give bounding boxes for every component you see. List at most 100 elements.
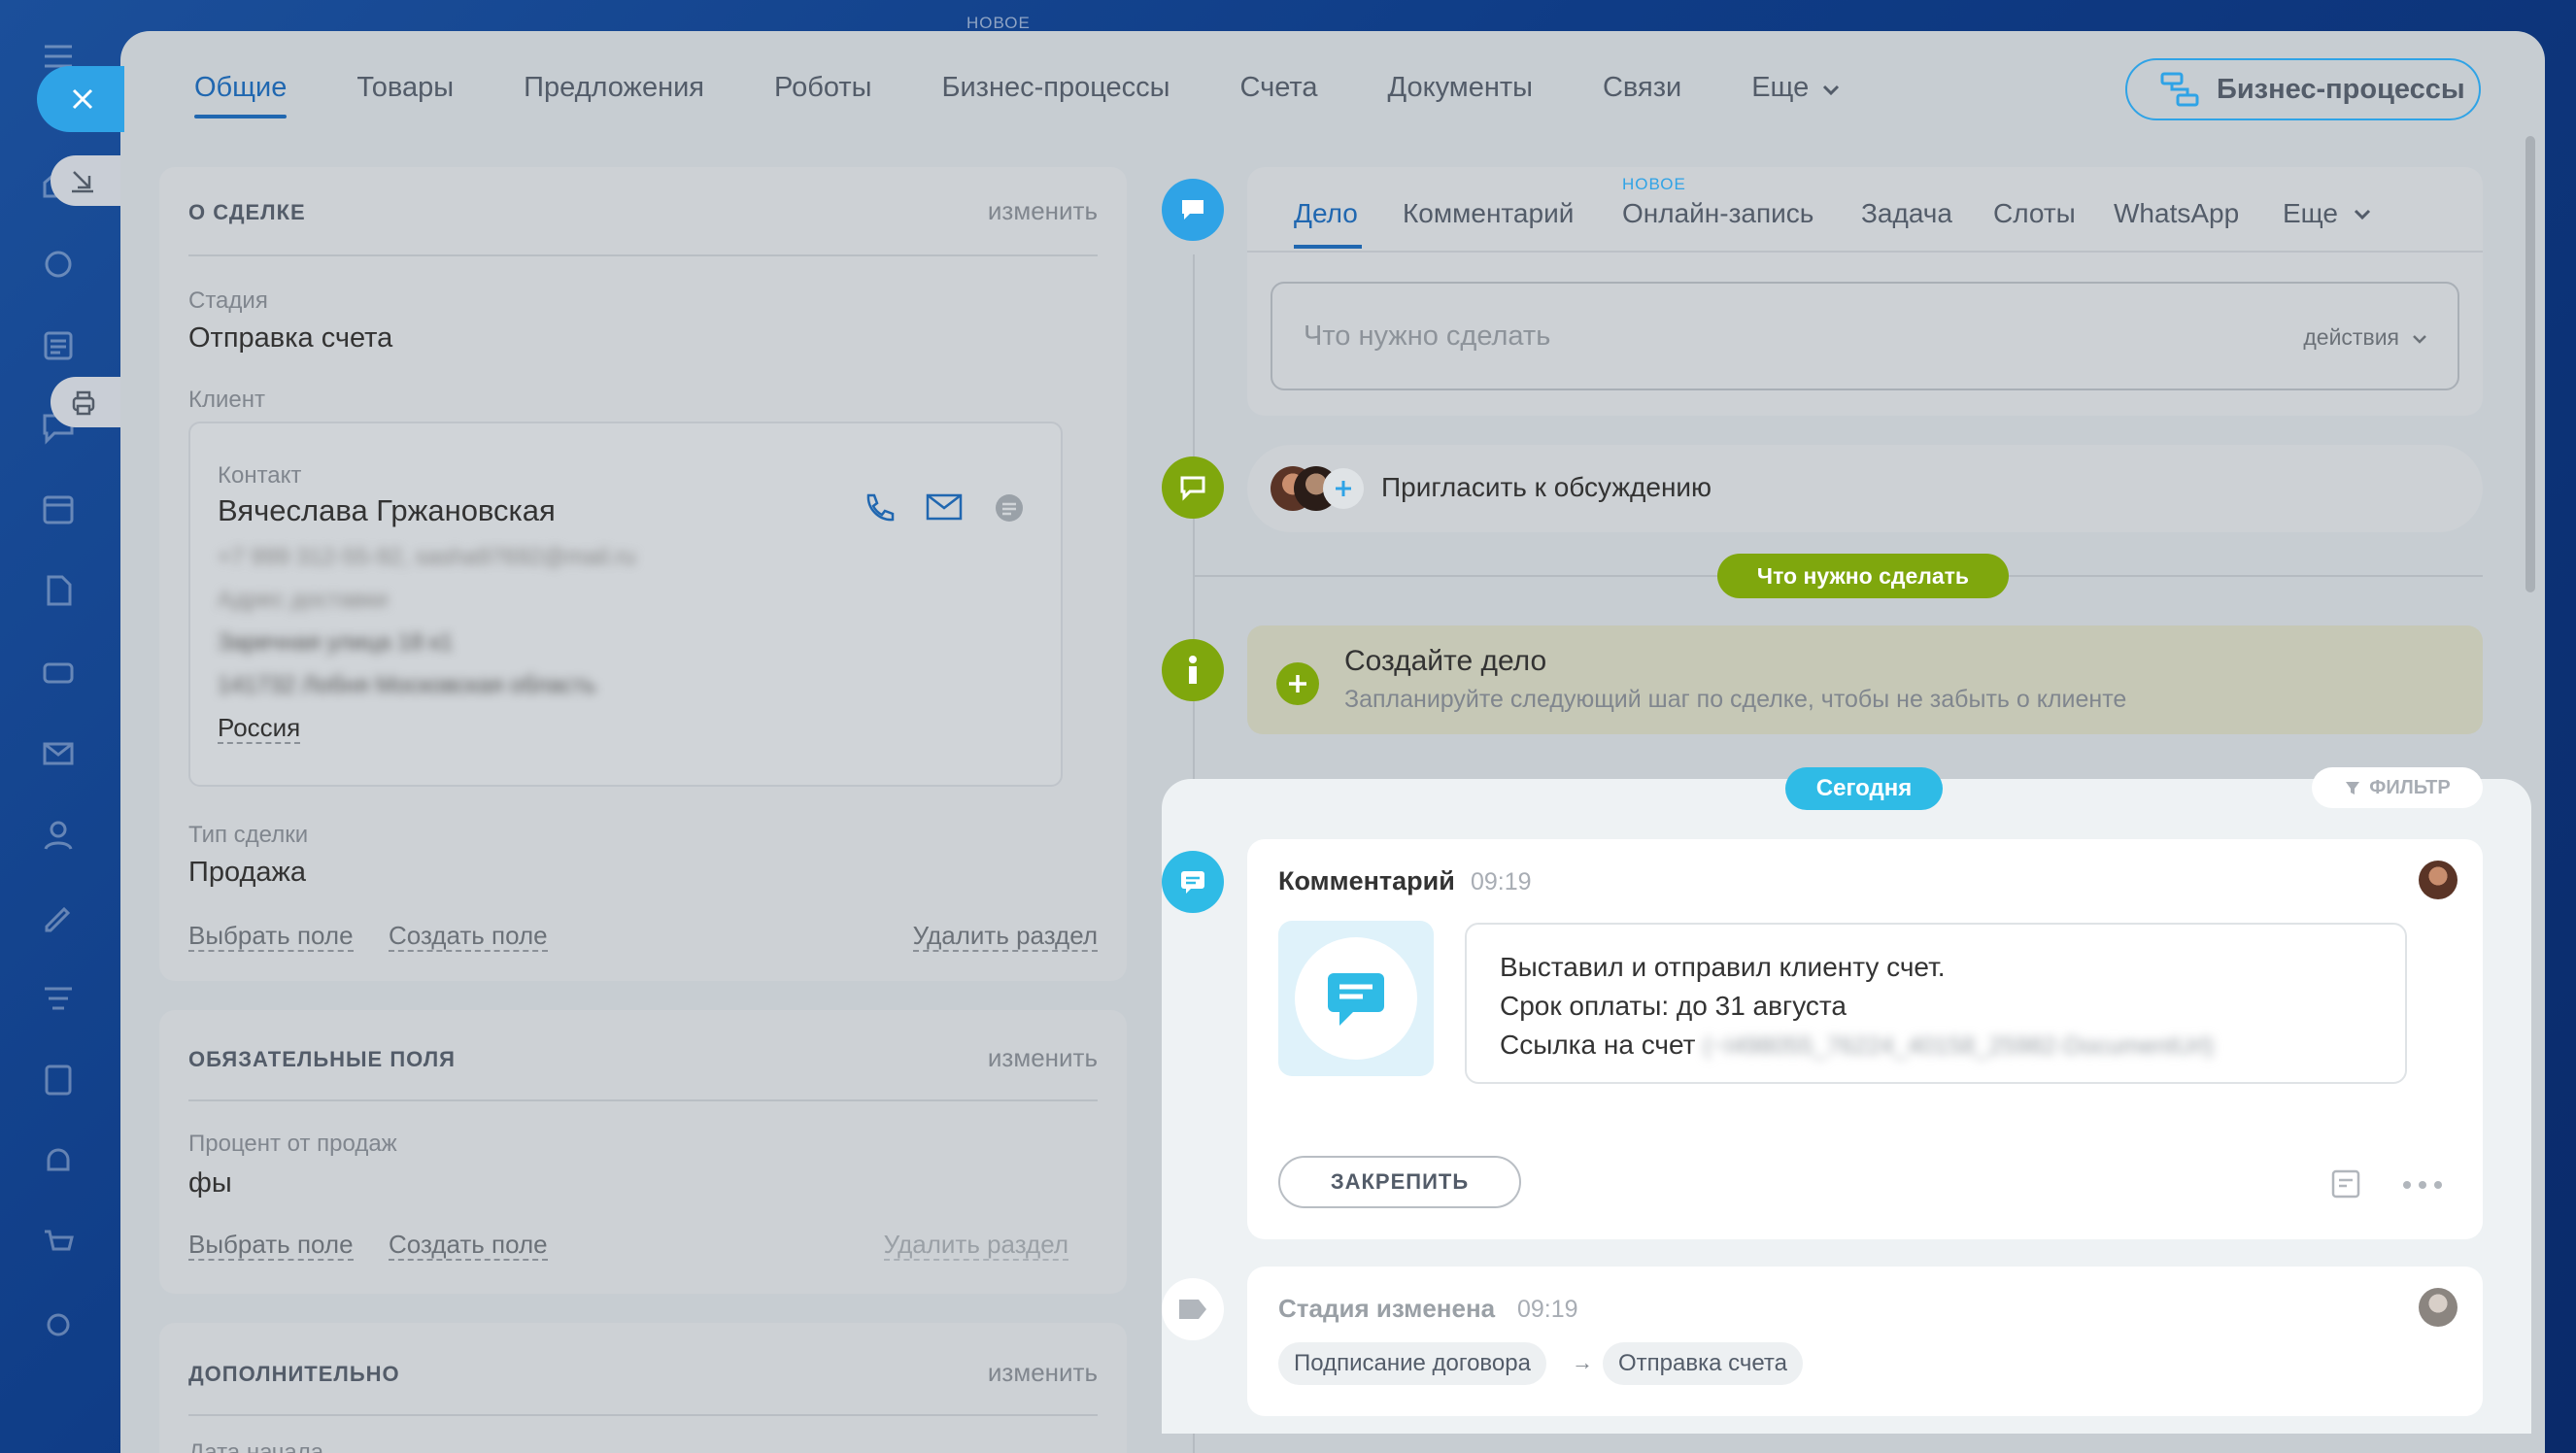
note-icon[interactable] [2329, 1167, 2362, 1200]
minimize-button[interactable] [51, 155, 120, 206]
address-line1: Заречная улица 18 к1 [218, 629, 454, 656]
comment-event-icon [1162, 851, 1224, 913]
comment-line3-prefix: Ссылка на счет [1500, 1030, 1696, 1060]
business-processes-label: Бизнес-процессы [2217, 73, 2465, 105]
sign-icon[interactable] [37, 895, 80, 938]
delete-section-link[interactable]: Удалить раздел [883, 1230, 1068, 1261]
author-avatar[interactable] [2419, 861, 2457, 899]
country-link[interactable]: Россия [218, 713, 301, 744]
close-icon [72, 88, 93, 110]
add-participant-button[interactable] [1323, 468, 1364, 509]
top-new-badge: НОВОЕ [966, 14, 1031, 32]
contact-name[interactable]: Вячеслава Гржановская [218, 493, 556, 528]
tab-offers[interactable]: Предложения [524, 72, 704, 118]
stage-arrow: → [1572, 1350, 1593, 1374]
chevron-down-icon [1823, 84, 1840, 96]
arrow-down-right-icon [72, 171, 93, 193]
create-field-link[interactable]: Создать поле [389, 1230, 548, 1261]
delete-section-link[interactable]: Удалить раздел [912, 921, 1098, 952]
tab-business-processes[interactable]: Бизнес-процессы [941, 72, 1169, 118]
add-task-button[interactable] [1276, 662, 1319, 705]
cart-icon[interactable] [37, 1222, 80, 1265]
tab-links[interactable]: Связи [1603, 72, 1681, 118]
delivery-label: Адрес доставки [218, 587, 389, 613]
tasks-icon[interactable] [37, 1059, 80, 1101]
additional-card: ДОПОЛНИТЕЛЬНО изменить Дата начала [159, 1323, 1127, 1453]
stage-label: Стадия [188, 287, 268, 314]
chevron-down-icon [2413, 335, 2426, 344]
invoice-link[interactable]: (~I498055_76224_40158_25982-DocumentUrl) [1703, 1032, 2214, 1060]
crm-icon[interactable] [37, 651, 80, 693]
invite-bar[interactable]: Пригласить к обсуждению [1247, 445, 2483, 532]
phone-icon[interactable] [861, 490, 896, 524]
required-fields-edit-link[interactable]: изменить [988, 1043, 1098, 1073]
percent-value[interactable]: фы [188, 1167, 232, 1200]
stage-value[interactable]: Отправка счета [188, 322, 392, 355]
tab-products[interactable]: Товары [356, 72, 454, 118]
divider [1247, 251, 2483, 253]
stage-event-icon [1162, 1278, 1224, 1340]
deals-icon[interactable] [37, 243, 80, 286]
scrollbar[interactable] [2525, 136, 2535, 592]
client-label: Клиент [188, 387, 265, 413]
filter-icon [2346, 782, 2360, 794]
left-sidebar [0, 0, 120, 1453]
notifications-icon[interactable] [37, 1140, 80, 1183]
chat-bubble-icon[interactable] [993, 491, 1026, 524]
about-deal-title: О СДЕЛКЕ [188, 200, 306, 224]
mail-icon[interactable] [37, 732, 80, 775]
create-task-card[interactable]: Создайте дело Запланируйте следующий шаг… [1247, 625, 2483, 734]
calendar-icon[interactable] [37, 488, 80, 530]
settings-icon[interactable] [37, 1303, 80, 1346]
comment-line3: Ссылка на счет (~I498055_76224_40158_259… [1500, 1026, 2372, 1065]
filter-icon[interactable] [37, 977, 80, 1020]
activity-editor: НОВОЕ Дело Комментарий Онлайн-запись Зад… [1247, 167, 2483, 416]
tab-invoices[interactable]: Счета [1240, 72, 1318, 118]
about-deal-edit-link[interactable]: изменить [988, 196, 1098, 226]
tab-task[interactable]: Задача [1861, 198, 1952, 229]
filter-button[interactable]: ФИЛЬТР [2312, 767, 2483, 808]
tab-more[interactable]: Еще [1751, 72, 1842, 118]
today-pill: Сегодня [1785, 767, 1943, 810]
chat-outline-icon [1180, 476, 1205, 501]
tab-task-deal[interactable]: Дело [1294, 198, 1358, 229]
divider [188, 254, 1098, 256]
create-field-link[interactable]: Создать поле [389, 921, 548, 952]
tab-whatsapp[interactable]: WhatsApp [2114, 198, 2239, 229]
close-slider-button[interactable] [37, 66, 124, 132]
author-avatar[interactable] [2419, 1288, 2457, 1327]
tab-more[interactable]: Еще [2283, 198, 2373, 229]
activity-icon [1162, 179, 1224, 241]
comment-thumbnail [1278, 921, 1434, 1076]
tab-online-booking[interactable]: Онлайн-запись [1622, 198, 1813, 229]
tab-general[interactable]: Общие [194, 72, 288, 118]
comment-icon [1181, 871, 1204, 894]
todo-input[interactable]: Что нужно сделать действия [1271, 282, 2459, 390]
tab-comment[interactable]: Комментарий [1403, 198, 1574, 229]
mail-icon[interactable] [925, 491, 964, 523]
business-processes-button[interactable]: Бизнес-процессы [2125, 58, 2481, 120]
workflow-icon [2160, 72, 2199, 107]
about-deal-card: О СДЕЛКЕ изменить Стадия Отправка счета … [159, 167, 1127, 981]
new-badge: НОВОЕ [1622, 175, 1686, 193]
divider [188, 1414, 1098, 1416]
deal-type-value[interactable]: Продажа [188, 857, 306, 889]
docs-icon[interactable] [37, 569, 80, 612]
select-field-link[interactable]: Выбрать поле [188, 921, 354, 952]
additional-edit-link[interactable]: изменить [988, 1358, 1098, 1388]
comment-line2: Срок оплаты: до 31 августа [1500, 991, 1847, 1021]
contact-label: Контакт [218, 462, 302, 489]
pin-button[interactable]: ЗАКРЕПИТЬ [1278, 1156, 1521, 1208]
more-icon[interactable] [2401, 1175, 2444, 1195]
comment-title: Комментарий [1278, 866, 1455, 895]
tab-documents[interactable]: Документы [1387, 72, 1533, 118]
tab-slots[interactable]: Слоты [1993, 198, 2076, 229]
contacts-icon[interactable] [37, 814, 80, 857]
news-icon[interactable] [37, 324, 80, 367]
actions-dropdown[interactable]: действия [2303, 324, 2399, 351]
print-button[interactable] [51, 377, 120, 427]
tab-robots[interactable]: Роботы [774, 72, 871, 118]
select-field-link[interactable]: Выбрать поле [188, 1230, 354, 1261]
deal-tabs: Общие Товары Предложения Роботы Бизнес-п… [194, 72, 1912, 130]
tab-more-label: Еще [2283, 198, 2338, 228]
